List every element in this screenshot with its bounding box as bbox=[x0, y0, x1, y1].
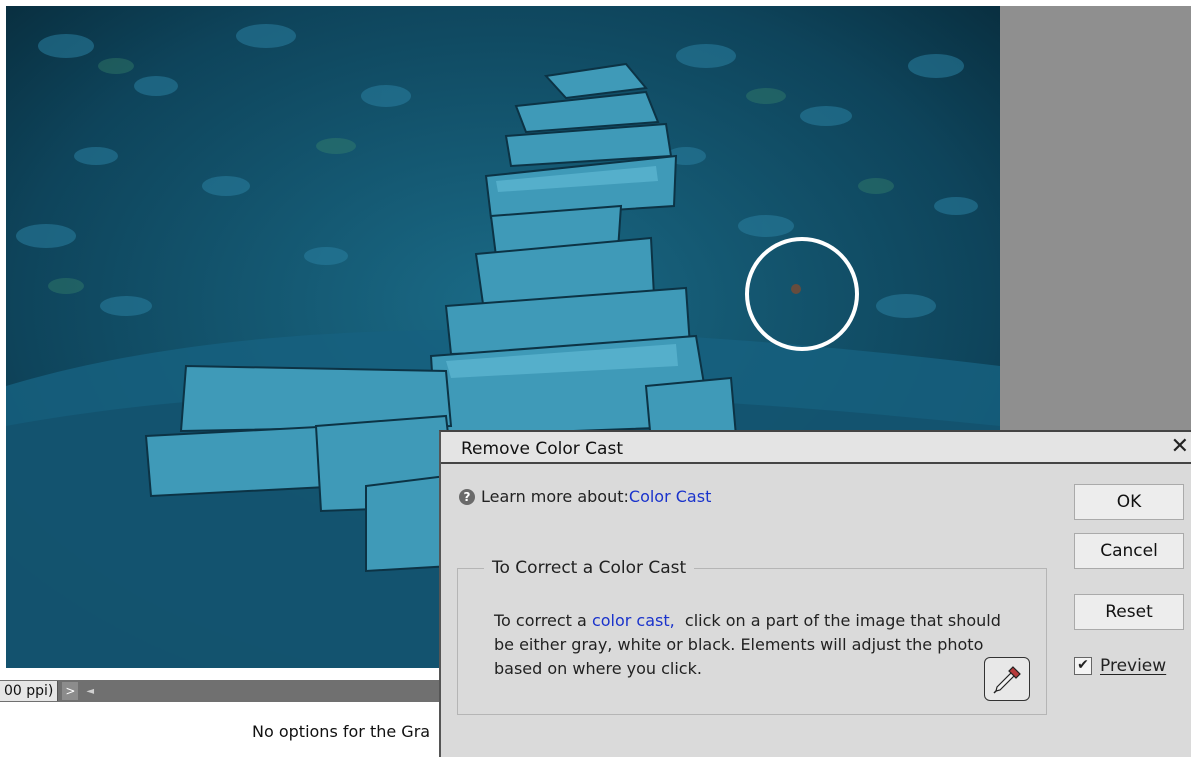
reset-button[interactable]: Reset bbox=[1074, 594, 1184, 630]
instructions-group: To Correct a Color Cast To correct a col… bbox=[457, 558, 1047, 715]
learn-more: ? Learn more about: Color Cast bbox=[459, 487, 711, 506]
preview-label: Preview bbox=[1100, 656, 1167, 676]
color-cast-link[interactable]: Color Cast bbox=[629, 487, 711, 506]
color-cast-body-link[interactable]: color cast, bbox=[592, 611, 675, 630]
status-bar: 00 ppi) > ◄ bbox=[0, 680, 440, 702]
ok-button[interactable]: OK bbox=[1074, 484, 1184, 520]
eyedropper-button[interactable] bbox=[984, 657, 1030, 701]
body-prefix: To correct a bbox=[494, 611, 592, 630]
dialog-title-bar[interactable]: Remove Color Cast ✕ bbox=[441, 432, 1191, 464]
tool-options-bar: No options for the Gra bbox=[0, 702, 440, 757]
learn-more-label: Learn more about: bbox=[481, 487, 629, 506]
close-icon[interactable]: ✕ bbox=[1171, 434, 1189, 459]
preview-checkbox[interactable]: ✔ bbox=[1074, 657, 1092, 675]
tool-options-text: No options for the Gra bbox=[252, 722, 431, 741]
expand-arrow-icon[interactable]: > bbox=[62, 682, 79, 700]
preview-option[interactable]: ✔ Preview bbox=[1074, 656, 1166, 676]
cancel-button[interactable]: Cancel bbox=[1074, 533, 1184, 569]
group-title: To Correct a Color Cast bbox=[484, 558, 695, 578]
help-icon: ? bbox=[459, 488, 475, 505]
zoom-readout: 00 ppi) bbox=[0, 681, 59, 701]
dialog-title: Remove Color Cast bbox=[461, 439, 623, 459]
scroll-left-icon[interactable]: ◄ bbox=[86, 686, 94, 697]
workspace-background bbox=[1000, 6, 1191, 436]
remove-color-cast-dialog: Remove Color Cast ✕ ? Learn more about: … bbox=[439, 430, 1191, 757]
eyedropper-icon bbox=[993, 666, 1021, 694]
instructions-text: To correct a color cast, click on a part… bbox=[494, 609, 1014, 681]
